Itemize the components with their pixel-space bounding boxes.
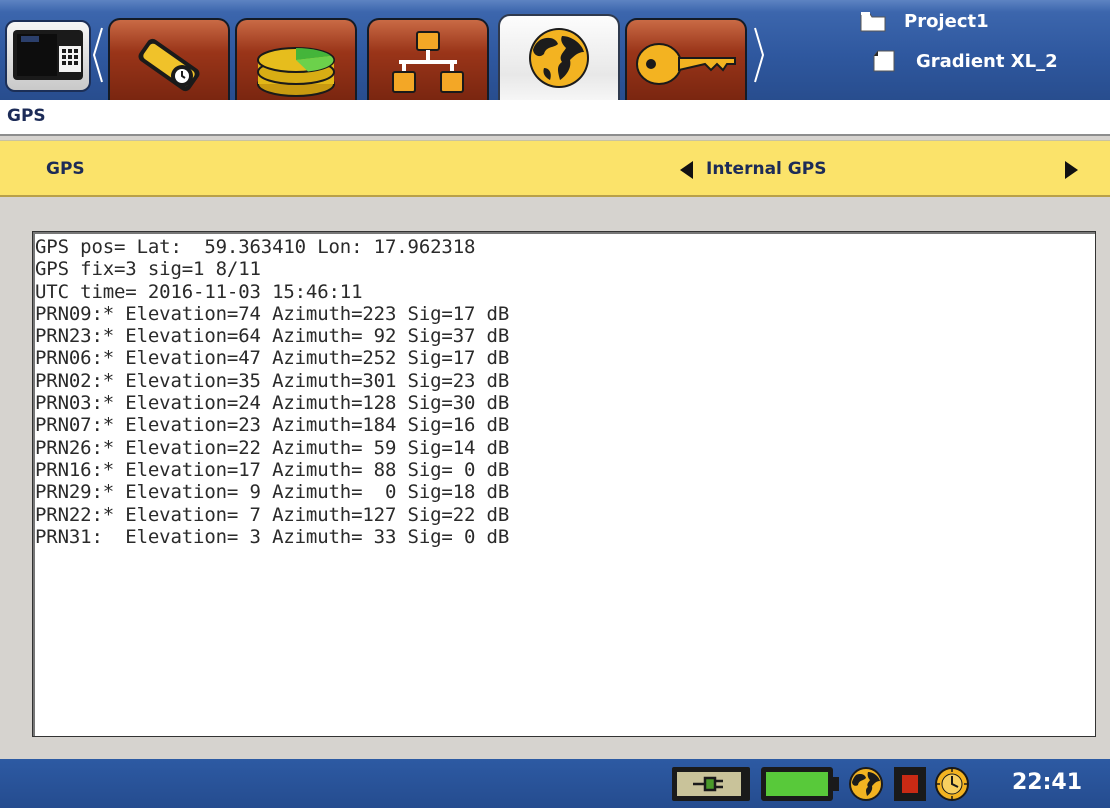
key-icon xyxy=(636,43,736,85)
tab-database[interactable] xyxy=(235,18,357,100)
app-menu-button[interactable] xyxy=(5,20,91,92)
tab-network[interactable] xyxy=(367,18,489,100)
gps-output-line: PRN03:* Elevation=24 Azimuth=128 Sig=30 … xyxy=(35,392,510,415)
gps-source-selector[interactable]: GPS Internal GPS xyxy=(0,140,1110,197)
gps-output-line: GPS fix=3 sig=1 8/11 xyxy=(35,258,261,281)
tab-survey[interactable] xyxy=(108,18,230,100)
gps-globe-icon[interactable] xyxy=(846,766,886,802)
status-bar: 22:41 xyxy=(0,759,1110,808)
gps-output-line: PRN31: Elevation= 3 Azimuth= 33 Sig= 0 d… xyxy=(35,525,510,548)
battery-icon[interactable] xyxy=(760,766,840,802)
gps-output-line: PRN07:* Elevation=23 Azimuth=184 Sig=16 … xyxy=(35,414,510,437)
globe-icon xyxy=(529,28,589,88)
previous-option-icon[interactable] xyxy=(680,161,694,179)
configuration-row[interactable]: Gradient XL_2 xyxy=(872,50,1058,72)
power-plug-icon[interactable] xyxy=(671,766,751,802)
gps-output-line: PRN26:* Elevation=22 Azimuth= 59 Sig=14 … xyxy=(35,436,510,459)
gps-output-line: UTC time= 2016-11-03 15:46:11 xyxy=(35,280,363,303)
project-name: Project1 xyxy=(904,10,989,32)
selector-value: Internal GPS xyxy=(706,159,827,179)
next-option-icon[interactable] xyxy=(1064,161,1078,179)
page-title: GPS xyxy=(7,106,46,126)
gps-output-line: PRN02:* Elevation=35 Azimuth=301 Sig=23 … xyxy=(35,369,510,392)
gps-output-textarea[interactable]: GPS pos= Lat: 59.363410 Lon: 17.962318 GP… xyxy=(32,231,1096,737)
folder-icon xyxy=(860,12,886,32)
configuration-name: Gradient XL_2 xyxy=(916,50,1058,72)
gps-output-line: PRN06:* Elevation=47 Azimuth=252 Sig=17 … xyxy=(35,347,510,370)
record-indicator-icon[interactable] xyxy=(893,766,927,802)
gps-output-line: PRN29:* Elevation= 9 Azimuth= 0 Sig=18 d… xyxy=(35,481,510,504)
clock-icon[interactable] xyxy=(933,766,971,802)
page-title-bar: GPS xyxy=(0,100,1110,136)
project-info: Project1 Gradient XL_2 xyxy=(860,10,1110,90)
gps-output-line: PRN23:* Elevation=64 Azimuth= 92 Sig=37 … xyxy=(35,325,510,348)
document-icon xyxy=(873,50,895,72)
top-toolbar: Project1 Gradient XL_2 xyxy=(0,0,1110,100)
gps-output-line: PRN22:* Elevation= 7 Azimuth=127 Sig=22 … xyxy=(35,503,510,526)
gps-output-line: PRN09:* Elevation=74 Azimuth=223 Sig=17 … xyxy=(35,302,510,325)
tabs-scroll-right-icon[interactable] xyxy=(753,26,765,84)
keypad-icon xyxy=(13,30,83,80)
gps-output-line: PRN16:* Elevation=17 Azimuth= 88 Sig= 0 … xyxy=(35,458,510,481)
database-icon xyxy=(257,47,335,97)
gps-output-line: GPS pos= Lat: 59.363410 Lon: 17.962318 xyxy=(35,236,476,258)
tab-gps[interactable] xyxy=(498,14,620,100)
tabs-scroll-left-icon[interactable] xyxy=(92,26,104,84)
selector-label: GPS xyxy=(46,159,85,179)
project-row[interactable]: Project1 xyxy=(860,10,989,32)
clock-time: 22:41 xyxy=(1012,770,1083,795)
tab-license[interactable] xyxy=(625,18,747,100)
network-icon xyxy=(392,31,464,93)
survey-tool-icon xyxy=(138,38,200,92)
